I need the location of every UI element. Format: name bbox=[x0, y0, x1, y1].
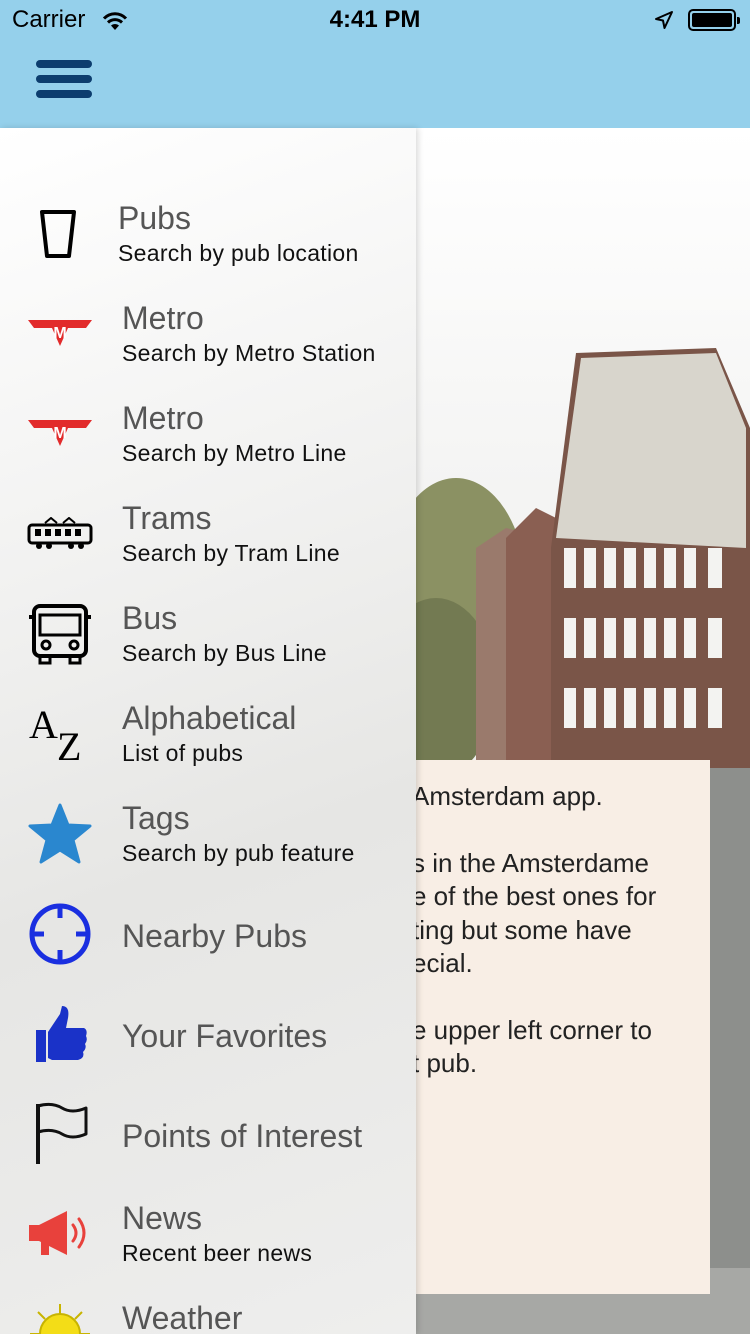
tram-icon bbox=[26, 500, 94, 568]
status-bar: Carrier 4:41 PM bbox=[0, 0, 750, 40]
menu-item-title: Alphabetical bbox=[122, 700, 297, 736]
menu-item-subtitle: Search by Metro Line bbox=[122, 440, 347, 466]
menu-item-weather[interactable]: Weather bbox=[0, 1284, 416, 1334]
hamburger-menu-button[interactable] bbox=[36, 60, 92, 104]
info-line: e of the best ones for bbox=[412, 881, 657, 911]
az-icon: A Z bbox=[26, 700, 94, 768]
info-line: Amsterdam app. bbox=[412, 781, 603, 811]
menu-item-title: Metro bbox=[122, 400, 204, 436]
info-line: t pub. bbox=[412, 1048, 478, 1078]
metro-logo-icon: M bbox=[26, 400, 94, 468]
info-line: ting but some have bbox=[412, 914, 632, 945]
megaphone-icon bbox=[26, 1200, 94, 1268]
metro-logo-icon: M bbox=[26, 300, 94, 368]
info-line: ecial. bbox=[412, 948, 473, 978]
menu-item-title: Pubs bbox=[118, 200, 191, 236]
sun-icon bbox=[26, 1300, 94, 1334]
svg-text:Z: Z bbox=[57, 724, 81, 764]
menu-item-title: Weather bbox=[122, 1300, 243, 1334]
svg-text:M: M bbox=[53, 325, 66, 342]
menu-item-metro-station[interactable]: M Metro Search by Metro Station bbox=[0, 284, 416, 384]
flag-icon bbox=[26, 1100, 94, 1168]
thumbs-up-icon bbox=[26, 1000, 94, 1068]
menu-item-title: Nearby Pubs bbox=[122, 918, 307, 954]
menu-item-alphabetical[interactable]: A Z Alphabetical List of pubs bbox=[0, 684, 416, 784]
menu-item-title: Metro bbox=[122, 300, 204, 336]
menu-item-title: Your Favorites bbox=[122, 1018, 328, 1054]
menu-item-your-favorites[interactable]: Your Favorites bbox=[0, 984, 416, 1084]
menu-item-subtitle: Search by pub feature bbox=[122, 840, 355, 866]
bus-icon bbox=[26, 600, 94, 668]
status-time: 4:41 PM bbox=[329, 6, 421, 33]
info-line: s in the Amsterdame bbox=[412, 847, 649, 878]
menu-item-trams[interactable]: Trams Search by Tram Line bbox=[0, 484, 416, 584]
menu-item-subtitle: Search by Tram Line bbox=[122, 540, 340, 566]
menu-item-title: Trams bbox=[122, 500, 212, 536]
crosshair-icon bbox=[26, 900, 94, 968]
menu-item-subtitle: Search by pub location bbox=[118, 240, 359, 266]
menu-item-pubs[interactable]: Pubs Search by pub location bbox=[0, 184, 416, 284]
menu-item-title: Bus bbox=[122, 600, 178, 636]
star-icon bbox=[26, 800, 94, 868]
battery-icon bbox=[688, 9, 740, 31]
svg-text:M: M bbox=[53, 425, 66, 442]
menu-item-subtitle: Recent beer news bbox=[122, 1240, 313, 1266]
menu-item-title: Tags bbox=[122, 800, 190, 836]
menu-item-title: Points of Interest bbox=[122, 1118, 363, 1154]
info-line: e upper left corner to bbox=[412, 1014, 652, 1045]
side-menu-drawer: Pubs Search by pub location M Metro Sear… bbox=[0, 128, 416, 1334]
menu-item-news[interactable]: News Recent beer news bbox=[0, 1184, 416, 1284]
menu-item-points-of-interest[interactable]: Points of Interest bbox=[0, 1084, 416, 1184]
menu-item-subtitle: Search by Bus Line bbox=[122, 640, 327, 666]
svg-text:A: A bbox=[29, 704, 58, 747]
menu-item-subtitle: Search by Metro Station bbox=[122, 340, 376, 366]
menu-item-tags[interactable]: Tags Search by pub feature bbox=[0, 784, 416, 884]
menu-item-bus[interactable]: Bus Search by Bus Line bbox=[0, 584, 416, 684]
menu-item-nearby-pubs[interactable]: Nearby Pubs bbox=[0, 884, 416, 984]
location-arrow-icon bbox=[655, 11, 673, 29]
menu-item-subtitle: List of pubs bbox=[122, 740, 244, 766]
menu-item-metro-line[interactable]: M Metro Search by Metro Line bbox=[0, 384, 416, 484]
beer-glass-icon bbox=[24, 200, 92, 268]
menu-item-title: News bbox=[122, 1200, 203, 1236]
navigation-header: Carrier 4:41 PM bbox=[0, 0, 750, 128]
